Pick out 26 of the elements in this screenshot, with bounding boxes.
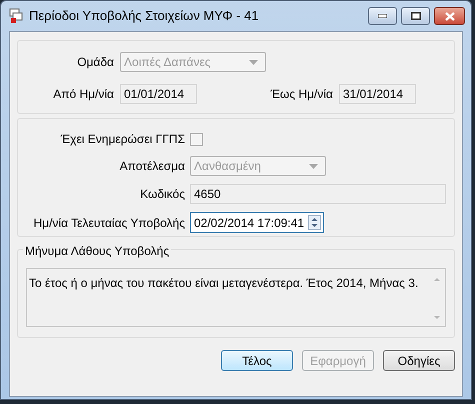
field-label: Ημ/νία Τελευταίας Υποβολής — [32, 214, 185, 232]
minimize-icon — [378, 14, 387, 18]
field-label: Έως Ημ/νία — [270, 86, 333, 103]
close-icon — [444, 12, 454, 20]
field-label: Από Ημ/νία — [52, 86, 114, 103]
field-label: Έχει Ενημερώσει ΓΓΠΣ — [60, 131, 185, 148]
dropdown-caret-icon — [309, 164, 318, 168]
field-label: Αποτέλεσμα — [118, 158, 185, 175]
code-field[interactable]: 4650 — [190, 184, 446, 204]
date-field[interactable]: 01/01/2014 — [120, 84, 197, 104]
app-icon — [8, 8, 24, 24]
dropdown-caret-icon — [249, 60, 258, 64]
field-label: Κωδικός — [139, 186, 185, 203]
spin-arrows-icon — [308, 215, 321, 230]
maximize-button[interactable] — [401, 7, 430, 25]
dialog-button[interactable]: Οδηγίες — [383, 350, 455, 371]
error-text-area: Το έτος ή ο μήνας του πακέτου είναι μεταγενέστερα. Έτος 2014, Μήνας 3. — [26, 268, 446, 327]
datetime-spinner[interactable]: 02/02/2014 17:09:41 — [190, 212, 324, 233]
window-title: Περίοδοι Υποβολής Στοιχείων ΜΥΦ - 41 — [29, 7, 260, 26]
maximize-icon — [410, 12, 420, 20]
dialog-button[interactable]: Τέλος — [221, 350, 293, 371]
field-label: Ομάδα — [76, 54, 114, 71]
minimize-button[interactable] — [368, 7, 397, 25]
checkbox[interactable] — [190, 132, 203, 146]
date-field[interactable]: 31/01/2014 — [339, 84, 416, 104]
close-button[interactable] — [434, 7, 465, 25]
